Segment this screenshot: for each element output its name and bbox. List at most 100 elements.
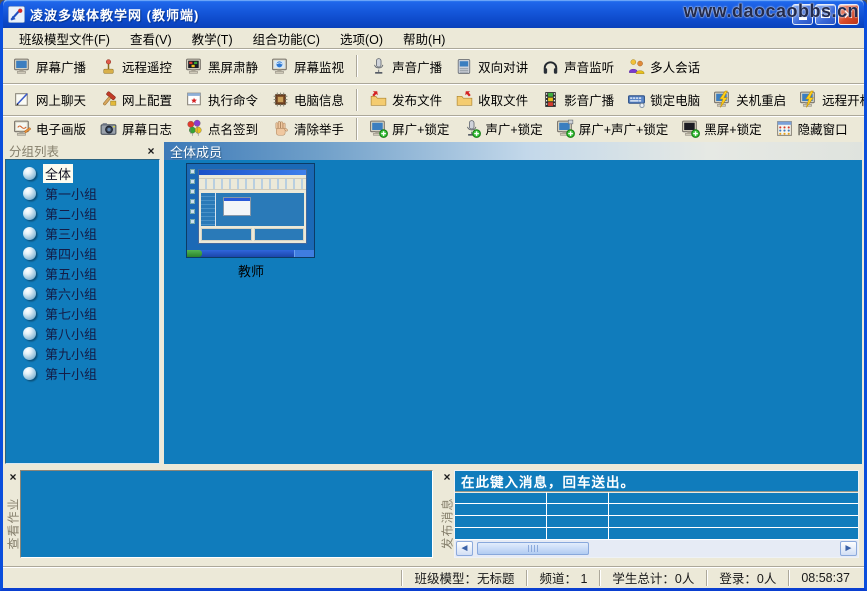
lock-computer-button[interactable]: 锁定电脑 [621,88,707,111]
member-teacher[interactable]: 教师 [186,163,316,280]
sidebar-item-group-5[interactable]: 第五小组 [23,267,159,280]
av-broadcast-button[interactable]: 影音广播 [535,88,621,111]
screencast-lock-label: 屏广+锁定 [392,119,449,138]
roll-call-button[interactable]: 点名签到 [179,117,265,140]
online-chat-button[interactable]: 网上聊天 [7,88,93,111]
group-label: 第三小组 [43,224,99,243]
hide-window-icon [775,119,794,138]
execute-command-icon [185,90,204,109]
hide-window-button[interactable]: 隐藏窗口 [769,117,855,140]
online-config-button[interactable]: 网上配置 [93,88,179,111]
group-list-close-icon[interactable]: × [144,144,158,157]
sidebar-item-group-9[interactable]: 第九小组 [23,347,159,360]
menu-item-4[interactable]: 选项(O) [330,27,393,50]
mini-desktop-icon [190,219,195,224]
screen-log-button[interactable]: 屏幕日志 [93,117,179,140]
screen-broadcast-label: 屏幕广播 [36,57,86,76]
collect-files-button[interactable]: 收取文件 [449,88,535,111]
mini-desktop-icon [190,179,195,184]
roll-call-icon [185,119,204,138]
message-hscrollbar[interactable]: ◄ ► [455,540,858,557]
black-screen-silence-button[interactable]: 黑屏肃静 [179,55,265,78]
menu-item-5[interactable]: 帮助(H) [393,27,455,50]
mini-desktop-icon [190,189,195,194]
two-way-talk-button[interactable]: 双向对讲 [449,55,535,78]
toolbar-separator [356,118,358,140]
voice-broadcast-button[interactable]: 声音广播 [363,55,449,78]
mini-workspace [201,193,304,226]
message-cell [609,504,858,516]
group-ball-icon [23,267,36,280]
sidebar-item-group-10[interactable]: 第十小组 [23,367,159,380]
voice-monitor-button[interactable]: 声音监听 [535,55,621,78]
message-input[interactable]: 在此键入消息，回车送出。 [455,471,858,492]
message-input-hint: 在此键入消息，回车送出。 [461,471,635,491]
multi-user-chat-button[interactable]: 多人会话 [621,55,707,78]
view-homework-strip: × 查看作业 [5,467,20,564]
publish-message-close-icon[interactable]: × [440,470,454,483]
sidebar-item-group-6[interactable]: 第六小组 [23,287,159,300]
voicecast-lock-button[interactable]: 声广+锁定 [456,117,549,140]
statusbar: 班级模型：无标题频道： 1学生总计：0人登录：0人08:58:37 [3,566,864,588]
lock-computer-label: 锁定电脑 [650,90,700,109]
sidebar-item-group-1[interactable]: 第一小组 [23,187,159,200]
screen-broadcast-button[interactable]: 屏幕广播 [7,55,93,78]
group-label: 第八小组 [43,324,99,343]
status-segment-4: 08:58:37 [788,570,862,586]
sidebar-item-group-4[interactable]: 第四小组 [23,247,159,260]
send-files-button[interactable]: 发布文件 [363,88,449,111]
menu-item-2[interactable]: 教学(T) [182,27,243,50]
sidebar-item-group-7[interactable]: 第七小组 [23,307,159,320]
members-area: 教师 [164,160,862,464]
shutdown-restart-button[interactable]: 关机重启 [707,88,793,111]
execute-command-label: 执行命令 [208,90,258,109]
sidebar-item-group-3[interactable]: 第三小组 [23,227,159,240]
clear-raised-hands-icon [271,119,290,138]
online-chat-icon [13,90,32,109]
view-homework-panel: × 查看作业 [5,467,436,564]
message-cell [455,504,547,516]
online-chat-label: 网上聊天 [36,90,86,109]
two-way-talk-label: 双向对讲 [478,57,528,76]
sidebar-item-group-2[interactable]: 第二小组 [23,207,159,220]
screencast-lock-button[interactable]: 屏广+锁定 [363,117,456,140]
screencast-voicecast-lock-button[interactable]: 屏广+声广+锁定 [550,117,676,140]
group-label: 第五小组 [43,264,99,283]
publish-message-content: 在此键入消息，回车送出。 ◄ ► [454,470,859,558]
scroll-right-icon[interactable]: ► [840,541,857,556]
hide-window-label: 隐藏窗口 [798,119,848,138]
multi-user-chat-icon [627,57,646,76]
blackscreen-lock-button[interactable]: 黑屏+锁定 [675,117,768,140]
menu-item-3[interactable]: 组合功能(C) [243,27,330,50]
teacher-screen-thumbnail[interactable] [186,163,315,258]
group-ball-icon [23,347,36,360]
sidebar-item-group-all[interactable]: 全体 [23,167,159,180]
screen-monitor-button[interactable]: 屏幕监视 [265,55,351,78]
execute-command-button[interactable]: 执行命令 [179,88,265,111]
group-label: 第二小组 [43,204,99,223]
mini-pane [254,228,305,241]
menu-item-0[interactable]: 班级模型文件(F) [9,27,120,50]
sidebar-item-group-8[interactable]: 第八小组 [23,327,159,340]
view-homework-close-icon[interactable]: × [6,470,20,483]
mini-desktop-icon [190,199,195,204]
screen-broadcast-icon [13,57,32,76]
toolbar-row-1: 屏幕广播远程遥控黑屏肃静 屏幕监视声音广播 双向对讲声音监听多人会话 [3,48,864,83]
message-cell [547,516,609,528]
screen-monitor-label: 屏幕监视 [294,57,344,76]
remote-wakeup-button[interactable]: 远程开机 [793,88,867,111]
computer-info-button[interactable]: 电脑信息 [265,88,351,111]
scrollbar-thumb[interactable] [477,542,589,555]
menu-item-1[interactable]: 查看(V) [120,27,182,50]
remote-control-button[interactable]: 远程遥控 [93,55,179,78]
scroll-left-icon[interactable]: ◄ [456,541,473,556]
group-label: 第九小组 [43,344,99,363]
voicecast-lock-icon [462,119,481,138]
group-label: 全体 [43,164,73,183]
send-files-icon [369,90,388,109]
clear-raised-hands-button[interactable]: 清除举手 [265,117,351,140]
e-whiteboard-button[interactable]: 电子画版 [7,117,93,140]
publish-message-label: 发布消息 [438,497,455,549]
message-list[interactable] [455,492,858,540]
group-ball-icon [23,307,36,320]
